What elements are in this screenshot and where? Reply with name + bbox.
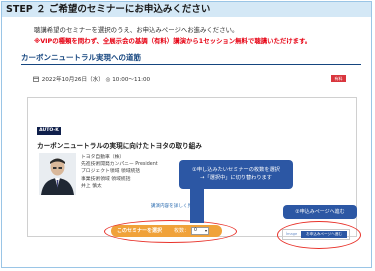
speaker-company: トヨタ自動車（株）: [81, 155, 125, 160]
step1-callout-line1: ①申し込みたいセミナーの枚数を選択: [192, 167, 280, 173]
speaker-photo: [39, 153, 76, 195]
title-divider: [21, 64, 361, 65]
selector-highlight: [104, 220, 237, 243]
speaker-role-1: 先進技術開発カンパニー President: [81, 162, 158, 168]
seminar-date-text: 2022年10月26日（水） ◎ 10:00～11:00: [41, 77, 151, 83]
organizer-logo: AUTO-K: [37, 127, 61, 135]
seminar-title: カーボンニュートラル実現への道筋: [21, 53, 141, 62]
calendar-icon: [33, 76, 39, 82]
intro-instruction: 聴講希望のセミナーを選択のうえ、お申込みページへお進みください。: [34, 26, 239, 34]
intro-text: 聴講希望のセミナーを選択のうえ、お申込みページへお進みください。 ※VIPの種類…: [34, 25, 372, 47]
speaker-portrait-icon: [39, 153, 76, 195]
step-title: STEP ２ ご希望のセミナーにお申込みください: [6, 4, 211, 15]
speaker-role-2: プロジェクト領域 領域統括: [81, 169, 141, 175]
vip-notice: ※VIPの種類を問わず、全展示会の基調（有料）講演から1セッション無料で聴講いた…: [34, 37, 312, 45]
expand-details-link[interactable]: 講演内容を詳しく見る▼: [37, 202, 314, 212]
apply-highlight: [277, 221, 361, 249]
speaker-name: 井上 慎太: [81, 183, 102, 189]
speaker-info: トヨタ自動車（株） 先進技術開発カンパニー President プロジェクト領域…: [81, 154, 158, 190]
step-header: STEP ２ ご希望のセミナーにお申込みください: [2, 2, 371, 17]
step2-callout: ②申込みページへ進む: [283, 205, 357, 219]
step1-callout-line2: →「選択中」に切り替わります: [200, 175, 272, 181]
callout-connector: [190, 189, 204, 223]
step1-callout: ①申し込みたいセミナーの枚数を選択 →「選択中」に切り替わります: [179, 160, 293, 189]
speaker-role-3: 事業技術領域 領域統括: [81, 176, 131, 182]
lecture-title: カーボンニュートラルの実現に向けたトヨタの取り組み: [37, 142, 202, 150]
seminar-date: 2022年10月26日（水） ◎ 10:00～11:00: [33, 75, 150, 83]
status-badge: 有料: [331, 75, 346, 82]
